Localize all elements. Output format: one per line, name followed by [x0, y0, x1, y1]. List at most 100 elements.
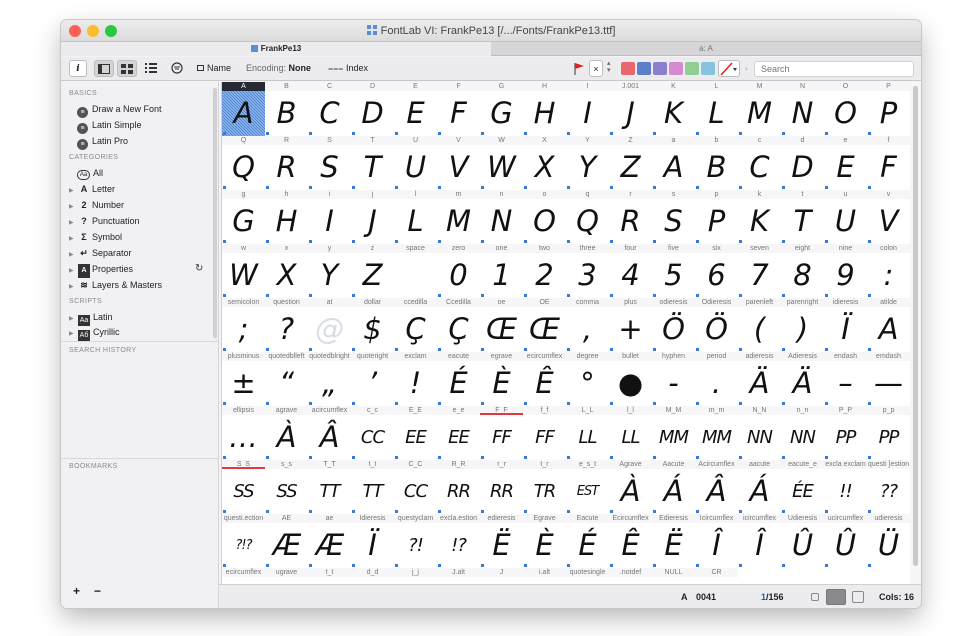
glyph-cell[interactable]: eacute_e ÉE: [781, 460, 824, 514]
glyph-cell[interactable]: WW: [480, 136, 523, 190]
glyph-cell[interactable]: c_c CC: [351, 406, 394, 460]
glyph-cell[interactable]: endash –: [824, 352, 867, 406]
filter-icon[interactable]: [171, 60, 185, 77]
glyph-cell[interactable]: jJ: [351, 190, 394, 244]
glyph-cell[interactable]: parenright): [781, 298, 824, 352]
custom-color-picker[interactable]: [718, 60, 740, 77]
zoom-window-button[interactable]: [105, 25, 117, 37]
glyph-cell[interactable]: J.001 J: [609, 82, 652, 136]
glyph-cell[interactable]: adieresis Ä: [738, 352, 781, 406]
glyph-cell[interactable]: Icircumflex Î: [695, 514, 738, 568]
glyph-cell[interactable]: five 5: [652, 244, 695, 298]
sidebar-item-cyrillic[interactable]: ▶ Аб Cyrillic: [69, 325, 120, 341]
glyph-cell[interactable]: quotesingle: [566, 568, 609, 584]
glyph-cell[interactable]: nN: [480, 190, 523, 244]
glyph-cell[interactable]: t_t TT: [351, 460, 394, 514]
glyph-cell[interactable]: Ccedilla Ç: [437, 298, 480, 352]
index-toggle[interactable]: ⩶ Index: [328, 60, 368, 77]
glyph-cell[interactable]: parenleft (: [738, 298, 781, 352]
swatch-pink[interactable]: [669, 62, 683, 75]
glyph-cell[interactable]: questi ]estion??: [867, 460, 910, 514]
glyph-cell[interactable]: f_f FF: [523, 406, 566, 460]
glyph-cell[interactable]: six 6: [695, 244, 738, 298]
glyph-cell[interactable]: NULL: [652, 568, 695, 584]
tab-glyph[interactable]: a: A: [491, 42, 921, 56]
sidebar-item-punctuation[interactable]: ▶? Punctuation: [69, 214, 140, 228]
glyph-cell[interactable]: DD: [351, 82, 394, 136]
glyph-cell[interactable]: period.: [695, 352, 738, 406]
glyph-cell[interactable]: fF: [867, 136, 910, 190]
grid-view-icon[interactable]: [117, 60, 137, 77]
glyph-cell[interactable]: S_S SS: [222, 460, 265, 514]
glyph-cell[interactable]: wW: [222, 244, 265, 298]
glyph-cell[interactable]: dollar $: [351, 298, 394, 352]
glyph-cell[interactable]: m_m MM: [695, 406, 738, 460]
glyph-cell[interactable]: eacute É: [437, 352, 480, 406]
minimize-window-button[interactable]: [87, 25, 99, 37]
close-window-button[interactable]: [69, 25, 81, 37]
glyph-cell[interactable]: PP: [867, 82, 910, 136]
glyph-cell[interactable]: quoteright ’: [351, 352, 394, 406]
glyph-cell[interactable]: ccedilla Ç: [394, 298, 437, 352]
glyph-cell[interactable]: E_E EE: [394, 406, 437, 460]
glyph-cell[interactable]: F_F FF: [480, 406, 523, 460]
glyph-cell[interactable]: AE Æ: [265, 514, 308, 568]
glyph-cell[interactable]: acircumflex Â: [308, 406, 351, 460]
glyph-cell[interactable]: ae Æ: [308, 514, 351, 568]
glyph-cell[interactable]: SS: [308, 136, 351, 190]
glyph-cell[interactable]: rR: [609, 190, 652, 244]
large-cells-button[interactable]: [852, 591, 864, 603]
glyph-cell[interactable]: LL: [695, 82, 738, 136]
glyph-cell[interactable]: EE: [394, 82, 437, 136]
glyph-cell[interactable]: eE: [824, 136, 867, 190]
glyph-cell[interactable]: J: [480, 568, 523, 584]
glyph-cell[interactable]: yY: [308, 244, 351, 298]
glyph-cell[interactable]: e_e EE: [437, 406, 480, 460]
glyph-cell[interactable]: OO: [824, 82, 867, 136]
glyph-cell[interactable]: ellipsis…: [222, 406, 265, 460]
glyph-cell[interactable]: udieresis Ü: [867, 514, 910, 568]
glyph-cell[interactable]: ecircumflex: [222, 568, 265, 584]
glyph-cell[interactable]: BB: [265, 82, 308, 136]
glyph-cell[interactable]: XX: [523, 136, 566, 190]
glyph-cell[interactable]: two 2: [523, 244, 566, 298]
glyph-cell[interactable]: dD: [781, 136, 824, 190]
swatch-blue[interactable]: [637, 62, 651, 75]
glyph-cell[interactable]: N_N NN: [738, 406, 781, 460]
glyph-cell[interactable]: UU: [394, 136, 437, 190]
glyph-cell[interactable]: HH: [523, 82, 566, 136]
glyph-cell[interactable]: VV: [437, 136, 480, 190]
swatch-cyan[interactable]: [701, 62, 715, 75]
glyph-cell[interactable]: bullet ●: [609, 352, 652, 406]
glyph-cell[interactable]: QQ: [222, 136, 265, 190]
sidebar-item-latin-pro[interactable]: ≡ Latin Pro: [77, 134, 128, 150]
glyph-cell[interactable]: T_T TT: [308, 460, 351, 514]
glyph-cell[interactable]: GG: [480, 82, 523, 136]
flag-icon[interactable]: [574, 60, 586, 77]
glyph-cell[interactable]: plus +: [609, 298, 652, 352]
glyph-cell[interactable]: p_p PP: [867, 406, 910, 460]
tab-font[interactable]: FrankPe13: [61, 42, 491, 56]
info-button[interactable]: i: [69, 60, 87, 77]
glyph-cell[interactable]: gG: [222, 190, 265, 244]
glyph-cell[interactable]: e_s_t EST: [566, 460, 609, 514]
medium-cells-button[interactable]: [826, 589, 846, 605]
glyph-cell[interactable]: J.alt: [437, 568, 480, 584]
glyph-cell[interactable]: excla.estion!?: [437, 514, 480, 568]
glyph-cell[interactable]: aacute Á: [738, 460, 781, 514]
glyph-cell[interactable]: aA: [652, 136, 695, 190]
glyph-cell[interactable]: Idieresis Ï: [351, 514, 394, 568]
glyph-cell[interactable]: Egrave È: [523, 514, 566, 568]
glyph-cell[interactable]: r_r RR: [480, 460, 523, 514]
glyph-cell[interactable]: FF: [437, 82, 480, 136]
glyph-cell[interactable]: zero 0: [437, 244, 480, 298]
glyph-cell[interactable]: hH: [265, 190, 308, 244]
glyph-cell[interactable]: j_j: [394, 568, 437, 584]
glyph-cell[interactable]: xX: [265, 244, 308, 298]
glyph-cell[interactable]: seven 7: [738, 244, 781, 298]
glyph-cell[interactable]: uU: [824, 190, 867, 244]
glyph-cell[interactable]: Acircumflex Â: [695, 460, 738, 514]
glyph-cell[interactable]: ZZ: [609, 136, 652, 190]
sidebar-item-letter[interactable]: ▶ A Letter: [69, 182, 115, 196]
glyph-cell[interactable]: t_t: [308, 568, 351, 584]
